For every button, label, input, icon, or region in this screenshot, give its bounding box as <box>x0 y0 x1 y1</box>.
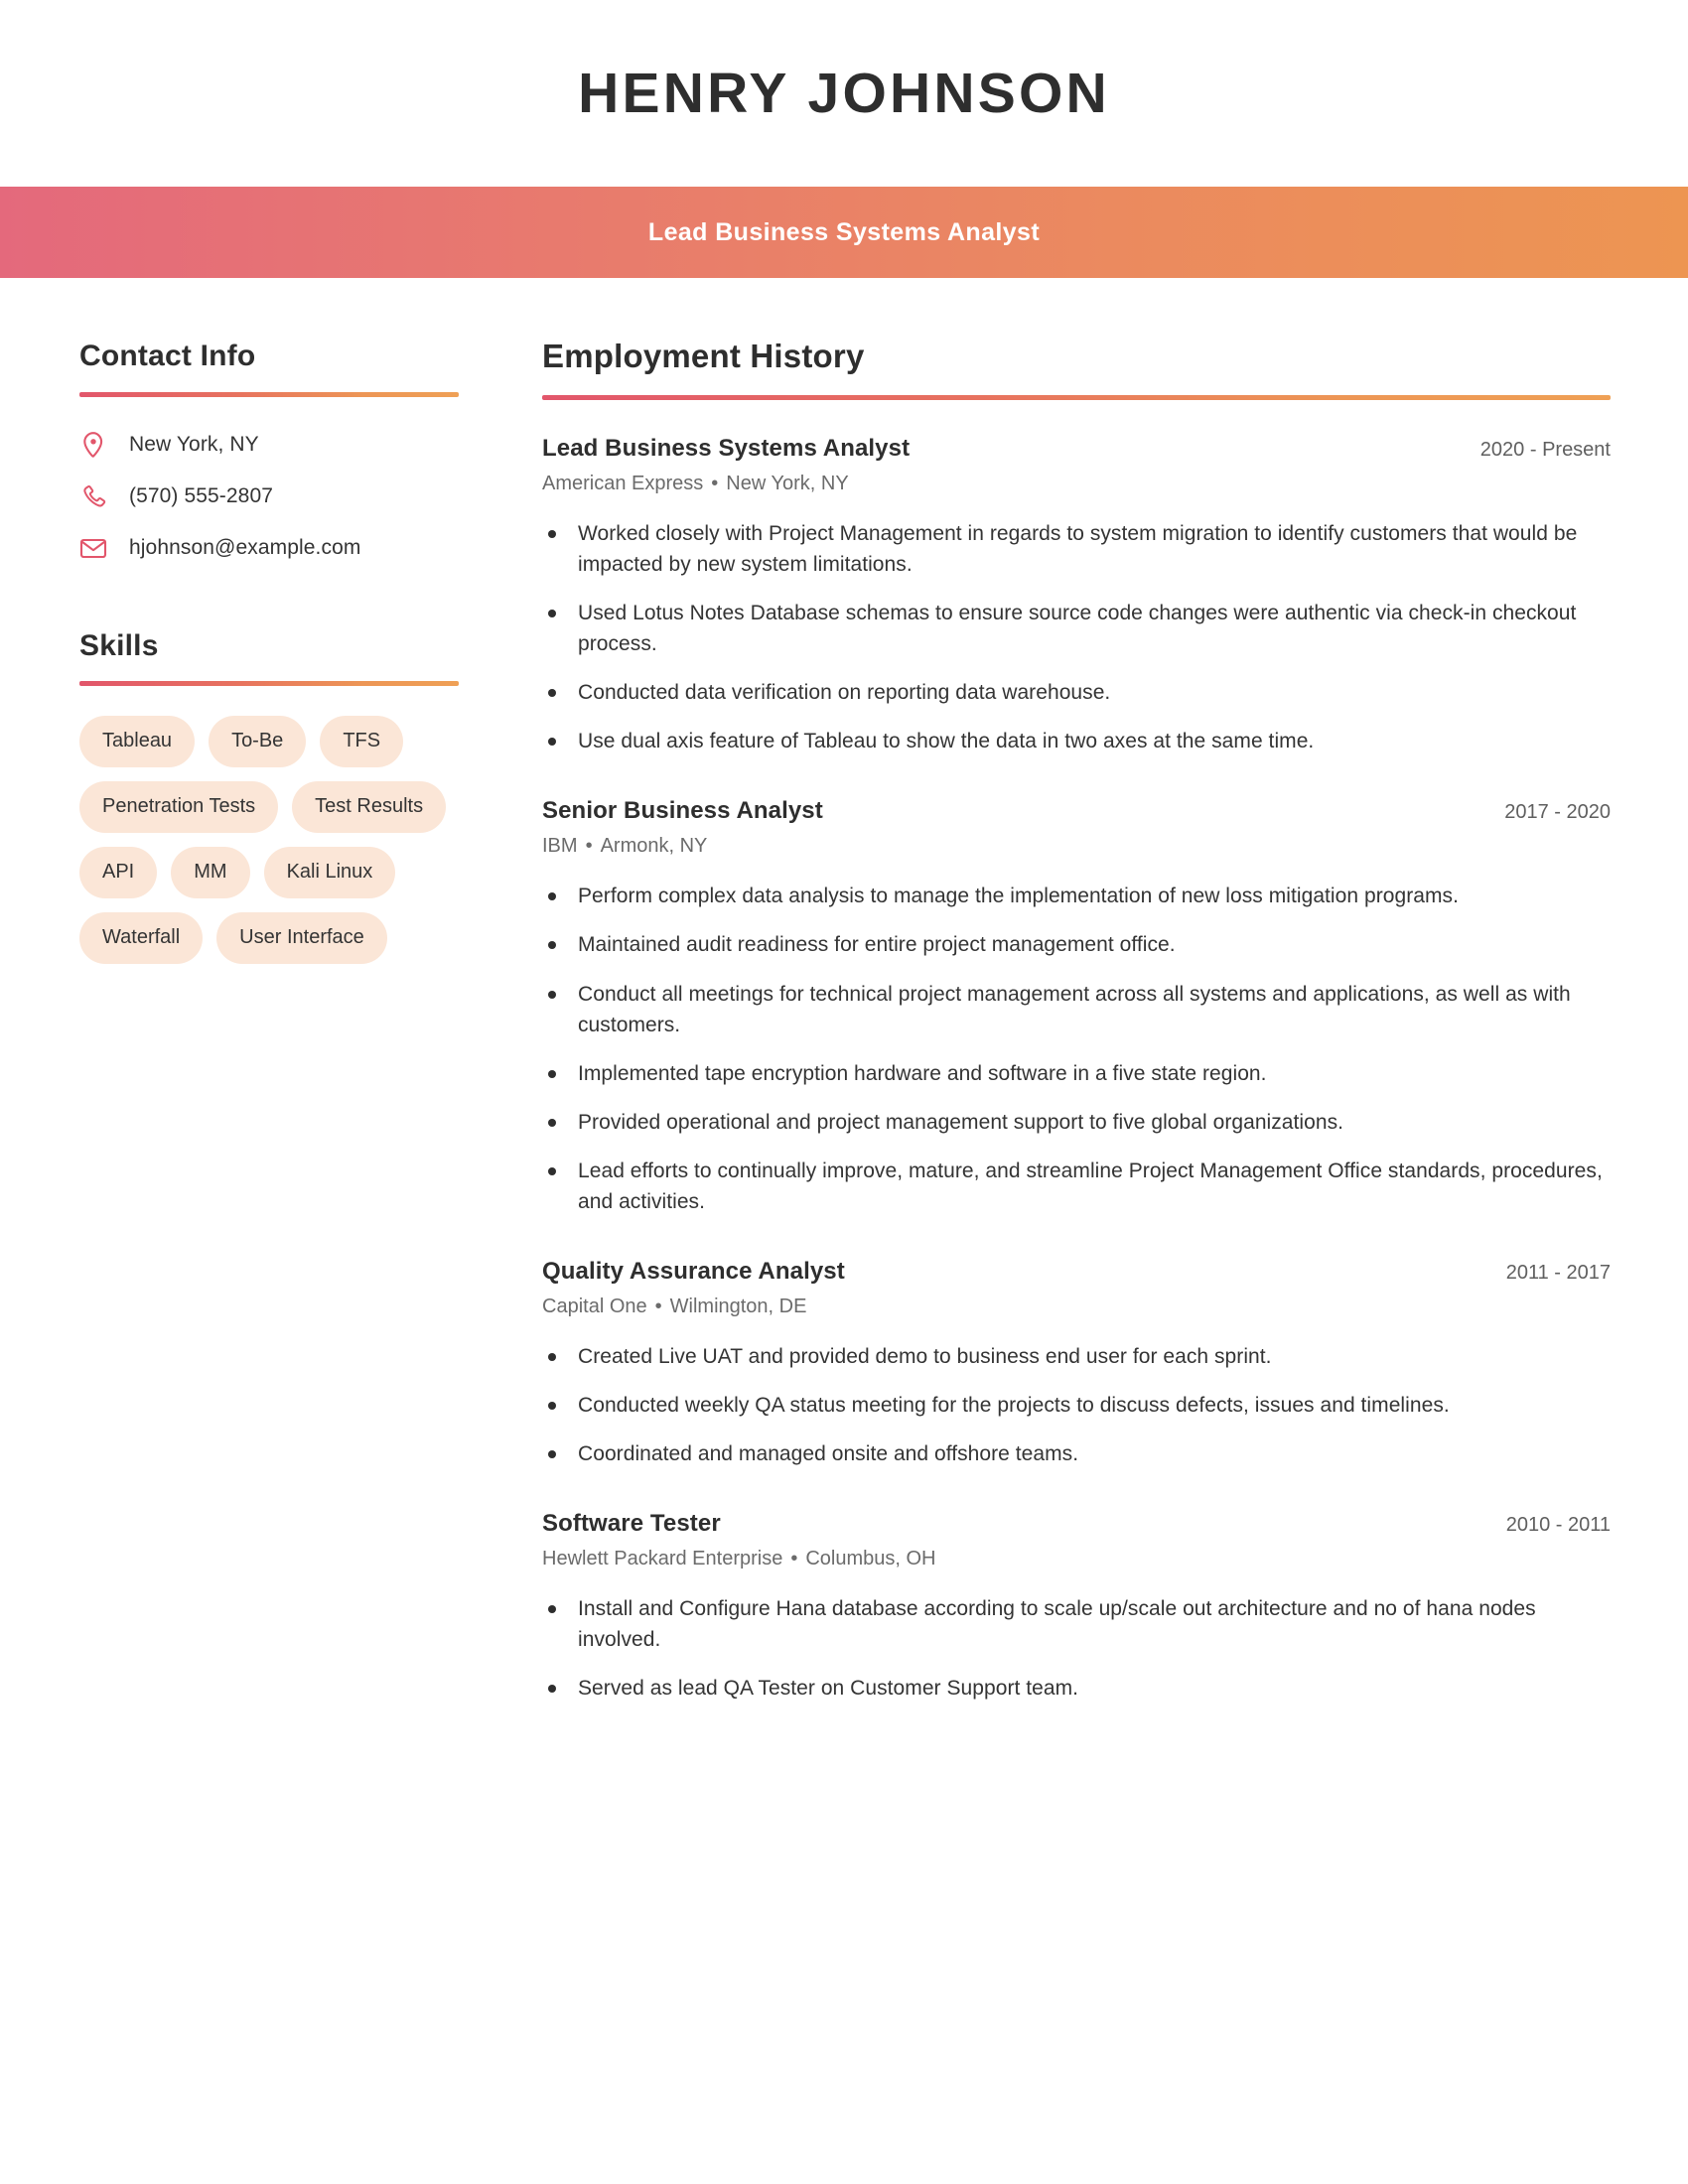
skill-pill: Kali Linux <box>263 847 396 898</box>
job-location: Columbus, OH <box>805 1548 936 1570</box>
job-company: American Express <box>542 472 704 494</box>
main-content: Employment History Lead Business Systems… <box>457 278 1688 1705</box>
job-dates: 2020 - Present <box>1479 438 1611 461</box>
job-bullet-list: Install and Configure Hana database acco… <box>542 1593 1611 1704</box>
job-title: Software Tester <box>542 1510 721 1538</box>
phone-icon <box>79 482 107 510</box>
skill-pill: MM <box>171 847 250 898</box>
job-bullet: Use dual axis feature of Tableau to show… <box>542 726 1611 756</box>
job-company-location: IBM • Armonk, NY <box>542 833 1611 859</box>
contact-item-phone[interactable]: (570) 555-2807 <box>79 482 457 510</box>
contact-email-value: hjohnson@example.com <box>129 535 361 559</box>
job-dates: 2010 - 2011 <box>1505 1514 1611 1537</box>
employment-entry-header: Software Tester 2010 - 2011 <box>542 1509 1611 1539</box>
contact-item-location[interactable]: New York, NY <box>79 431 457 459</box>
skill-pill: To-Be <box>209 716 307 767</box>
skills-heading-divider <box>79 681 459 686</box>
contact-list: New York, NY (570) 555-2807 hjohnson@exa… <box>79 431 457 562</box>
skill-pill: Penetration Tests <box>79 781 279 833</box>
skills-heading: Skills <box>79 628 159 662</box>
sidebar: Contact Info New York, NY (570) 555-2807… <box>0 278 459 964</box>
job-bullet: Conduct all meetings for technical proje… <box>542 979 1611 1040</box>
job-title: Lead Business Systems Analyst <box>542 434 911 462</box>
employment-entry: Senior Business Analyst 2017 - 2020 IBM • Ar… <box>542 796 1611 1217</box>
header-title-band: Lead Business Systems Analyst <box>0 187 1688 278</box>
employment-heading-divider <box>542 394 1611 400</box>
job-bullet: Conducted data verification on reporting… <box>542 677 1611 708</box>
job-company: Hewlett Packard Enterprise <box>542 1548 783 1570</box>
contact-item-email[interactable]: hjohnson@example.com <box>79 534 457 562</box>
job-title: Quality Assurance Analyst <box>542 1258 845 1286</box>
header-name-band: HENRY JOHNSON <box>0 0 1688 187</box>
contact-location-value: New York, NY <box>129 432 259 456</box>
job-bullet: Install and Configure Hana database acco… <box>542 1593 1611 1655</box>
resume-page: HENRY JOHNSON Lead Business Systems Anal… <box>0 0 1688 2184</box>
job-bullet: Created Live UAT and provided demo to bu… <box>542 1341 1611 1372</box>
job-title: Senior Business Analyst <box>542 797 823 825</box>
job-location: Armonk, NY <box>600 835 708 858</box>
employment-entry-header: Quality Assurance Analyst 2011 - 2017 <box>542 1257 1611 1287</box>
job-bullet-list: Perform complex data analysis to manage … <box>542 881 1611 1217</box>
employment-entry: Lead Business Systems Analyst 2020 - Pres… <box>542 434 1611 756</box>
skill-pill: Waterfall <box>79 912 204 964</box>
employment-history-section: Employment History Lead Business Systems… <box>542 338 1611 1705</box>
employment-entry: Software Tester 2010 - 2011 Hewlett Packar… <box>542 1509 1611 1704</box>
job-location: Wilmington, DE <box>669 1296 807 1318</box>
job-bullet: Implemented tape encryption hardware and… <box>542 1058 1611 1089</box>
job-location: New York, NY <box>726 472 849 494</box>
job-bullet: Conducted weekly QA status meeting for t… <box>542 1390 1611 1421</box>
skill-pill: API <box>79 847 158 898</box>
employment-list: Lead Business Systems Analyst 2020 - Pres… <box>542 434 1611 1705</box>
job-bullet: Coordinated and managed onsite and offsh… <box>542 1438 1611 1469</box>
employment-entry-header: Lead Business Systems Analyst 2020 - Pres… <box>542 434 1611 464</box>
contact-info-heading: Contact Info <box>79 340 256 372</box>
employment-history-heading: Employment History <box>542 338 865 374</box>
contact-phone-value: (570) 555-2807 <box>129 483 274 507</box>
job-bullet: Used Lotus Notes Database schemas to ens… <box>542 598 1611 659</box>
job-bullet: Served as lead QA Tester on Customer Sup… <box>542 1673 1611 1704</box>
resume-body: Contact Info New York, NY (570) 555-2807… <box>0 278 1688 1705</box>
job-separator-dot: • <box>585 835 593 858</box>
job-company-location: Hewlett Packard Enterprise • Columbus, OH <box>542 1546 1611 1571</box>
skills-list: Tableau To-Be TFS Penetration Tests Test Res… <box>79 716 457 964</box>
job-separator-dot: • <box>711 472 719 494</box>
skill-pill: User Interface <box>216 912 387 964</box>
job-company-location: Capital One • Wilmington, DE <box>542 1294 1611 1319</box>
skill-pill: Test Results <box>292 781 447 833</box>
contact-info-section: Contact Info New York, NY (570) 555-2807… <box>79 340 459 562</box>
envelope-icon <box>79 534 107 562</box>
page-title: HENRY JOHNSON <box>578 61 1110 125</box>
job-bullet: Lead efforts to continually improve, mat… <box>542 1156 1611 1217</box>
job-dates: 2017 - 2020 <box>1504 801 1611 824</box>
employment-entry: Quality Assurance Analyst 2011 - 2017 Capi… <box>542 1257 1611 1469</box>
job-company-location: American Express • New York, NY <box>542 471 1611 496</box>
skills-section: Skills Tableau To-Be TFS Penetration Tests T… <box>79 628 459 964</box>
job-bullet: Maintained audit readiness for entire pr… <box>542 929 1611 960</box>
header-job-title: Lead Business Systems Analyst <box>647 217 1041 246</box>
job-bullet-list: Created Live UAT and provided demo to bu… <box>542 1341 1611 1469</box>
job-bullet-list: Worked closely with Project Management i… <box>542 518 1611 756</box>
job-separator-dot: • <box>790 1548 798 1570</box>
job-bullet: Perform complex data analysis to manage … <box>542 881 1611 911</box>
location-pin-icon <box>79 431 107 459</box>
job-bullet: Worked closely with Project Management i… <box>542 518 1611 580</box>
job-bullet: Provided operational and project managem… <box>542 1107 1611 1138</box>
job-dates: 2011 - 2017 <box>1505 1262 1611 1285</box>
contact-heading-divider <box>79 391 459 397</box>
skill-pill: Tableau <box>79 716 196 767</box>
job-company: IBM <box>542 835 578 858</box>
job-separator-dot: • <box>654 1296 662 1318</box>
employment-entry-header: Senior Business Analyst 2017 - 2020 <box>542 796 1611 826</box>
job-company: Capital One <box>542 1296 647 1318</box>
skill-pill: TFS <box>320 716 404 767</box>
